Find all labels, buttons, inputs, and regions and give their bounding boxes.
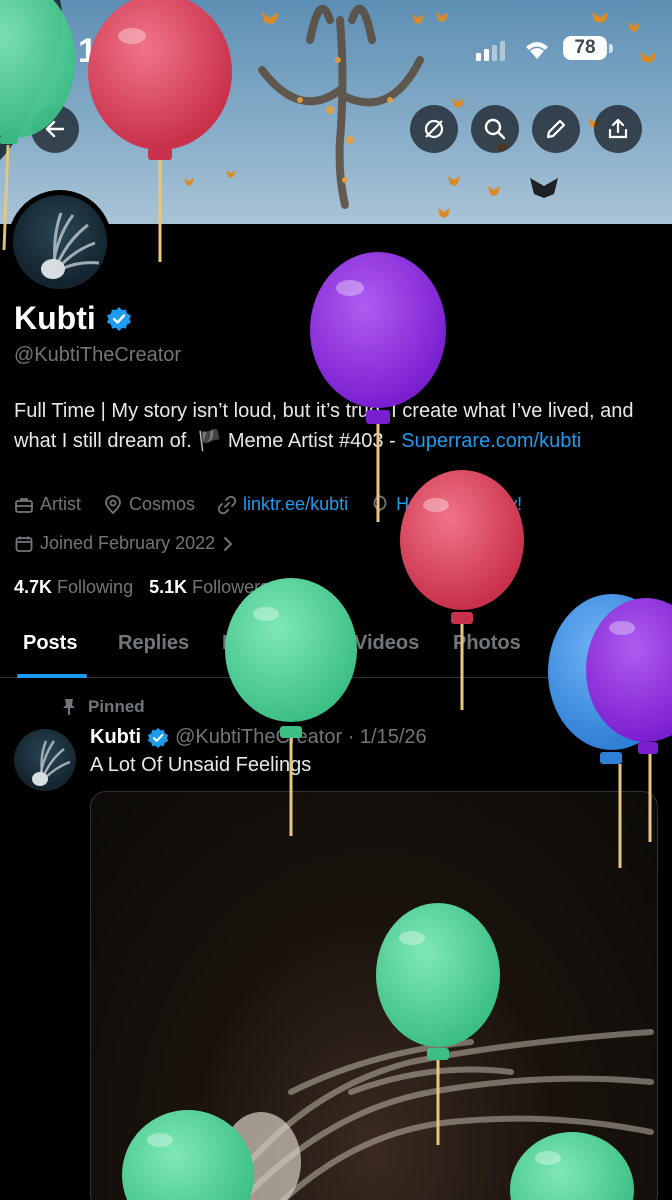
following-count: 4.7K: [14, 577, 53, 597]
profile-meta-row: Artist Cosmos linktr.ee/kubti Happy birt…: [14, 494, 544, 515]
birthday-item: Happy birthday!: [370, 494, 522, 515]
pinned-indicator: Pinned: [60, 697, 145, 717]
post-header: Kubti @KubtiTheCreator · 1/15/26: [90, 726, 427, 749]
wifi-icon: [522, 37, 552, 66]
website-item[interactable]: linktr.ee/kubti: [217, 494, 348, 515]
post-media-image[interactable]: [90, 791, 658, 1200]
edit-button[interactable]: [532, 105, 580, 153]
chevron-right-icon: [224, 536, 233, 551]
balloon-icon: [373, 495, 387, 512]
following-stat[interactable]: 4.7K Following: [14, 577, 133, 598]
profile-name-row: Kubti: [14, 300, 132, 337]
verified-badge-icon: [147, 727, 169, 748]
grok-icon: [424, 119, 444, 139]
profile-bio: Full Time | My story isn’t loud, but it’…: [14, 396, 664, 456]
cellular-signal-icon: [476, 40, 508, 67]
tab-highlights[interactable]: Highlights: [222, 632, 320, 655]
share-icon: [608, 118, 628, 139]
arrow-left-icon: [45, 120, 65, 138]
tab-photos[interactable]: Photos: [453, 632, 521, 655]
profile-tabs: Posts Replies Highlights Videos Photos A…: [0, 620, 672, 678]
following-label: Following: [57, 577, 134, 597]
post-handle-date: @KubtiTheCreator · 1/15/26: [175, 726, 427, 748]
briefcase-icon: [15, 497, 33, 513]
profile-avatar[interactable]: [8, 190, 112, 294]
back-button[interactable]: [31, 105, 79, 153]
tab-articles[interactable]: Articles: [554, 632, 672, 655]
joined-row[interactable]: Joined February 2022: [14, 533, 257, 554]
search-button[interactable]: [471, 105, 519, 153]
share-button[interactable]: [594, 105, 642, 153]
post-text: A Lot Of Unsaid Feelings: [90, 754, 312, 776]
joined-label: Joined February 2022: [40, 533, 216, 553]
location-pin-icon: [105, 494, 121, 514]
tab-replies[interactable]: Replies: [118, 632, 189, 655]
avatar-image: [13, 195, 107, 289]
location-item: Cosmos: [103, 494, 195, 515]
battery-nub: [609, 44, 613, 53]
pinned-label: Pinned: [88, 697, 145, 716]
post-author-avatar[interactable]: [14, 729, 76, 791]
status-bar: 12:37 78: [0, 0, 672, 96]
grok-button[interactable]: [410, 105, 458, 153]
bio-link[interactable]: Superrare.com/kubti: [401, 430, 581, 452]
verified-badge-icon: [106, 306, 131, 331]
profile-name: Kubti: [14, 300, 96, 336]
followers-count: 5.1K: [149, 577, 188, 597]
active-tab-indicator: [17, 674, 87, 678]
calendar-icon: [15, 536, 33, 552]
category-label: Artist: [40, 494, 82, 514]
followers-label: Followers: [192, 577, 270, 597]
joined-item[interactable]: Joined February 2022: [14, 533, 235, 554]
website-link[interactable]: linktr.ee/kubti: [243, 494, 348, 515]
battery-indicator: 78: [563, 36, 607, 60]
link-icon: [217, 495, 237, 514]
bell-muted-icon: [153, 38, 177, 67]
pin-icon: [63, 699, 75, 715]
balloon-icon: [310, 252, 446, 522]
search-icon: [484, 118, 506, 140]
category-item: Artist: [14, 494, 81, 515]
follow-stats: 4.7K Following 5.1K Followers: [14, 577, 269, 598]
tab-videos[interactable]: Videos: [354, 632, 419, 655]
profile-handle: @KubtiTheCreator: [14, 344, 182, 366]
post-author-name[interactable]: Kubti: [90, 726, 141, 749]
tab-posts[interactable]: Posts: [23, 632, 77, 655]
location-label: Cosmos: [129, 494, 196, 514]
pencil-icon: [546, 119, 566, 139]
birthday-label: Happy birthday!: [396, 494, 523, 514]
followers-stat[interactable]: 5.1K Followers: [149, 577, 269, 598]
